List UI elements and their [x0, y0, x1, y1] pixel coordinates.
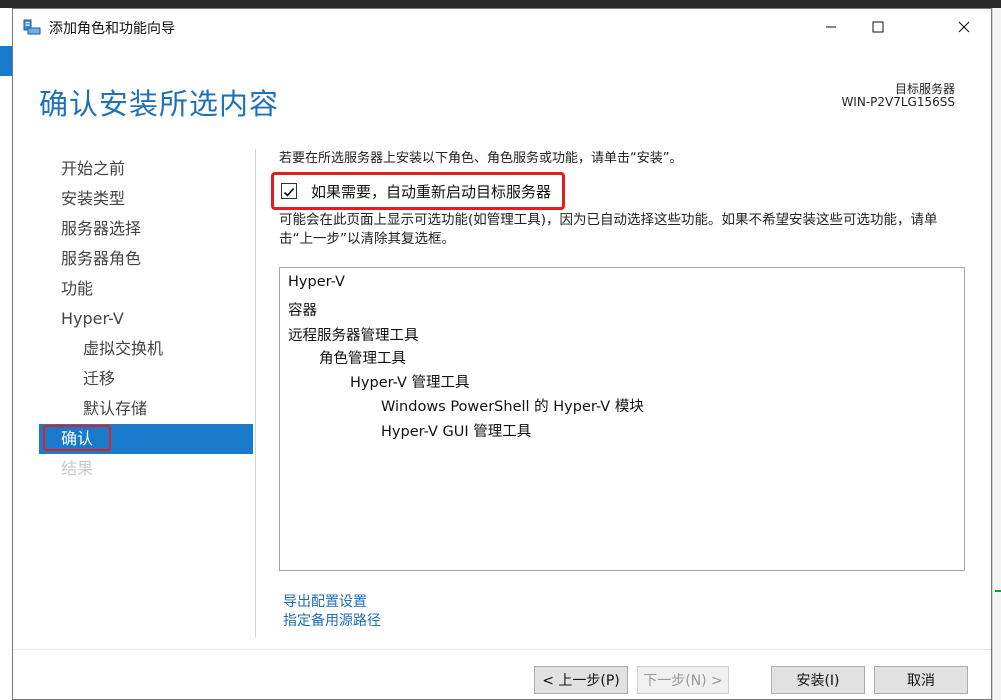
- nav-item-label: 安装类型: [61, 189, 126, 208]
- nav-item-migration[interactable]: 迁移: [39, 364, 253, 394]
- desktop-left-strip: [0, 8, 12, 700]
- nav-item-label: 功能: [61, 279, 94, 298]
- nav-item-label: 开始之前: [61, 159, 126, 178]
- desktop-left-accent: [0, 46, 12, 76]
- nav-item-server-selection[interactable]: 服务器选择: [39, 214, 253, 244]
- nav-item-hyper-v[interactable]: Hyper-V: [39, 304, 253, 334]
- list-item: Windows PowerShell 的 Hyper-V 模块: [381, 399, 644, 415]
- nav-item-label: 服务器角色: [61, 249, 142, 268]
- close-button[interactable]: [941, 9, 987, 45]
- nav-divider: [255, 149, 256, 637]
- next-button[interactable]: 下一步(N) >: [637, 666, 729, 694]
- alt-source-path-link[interactable]: 指定备用源路径: [283, 610, 381, 630]
- list-item: Hyper-V: [288, 274, 345, 290]
- nav-item-label: 虚拟交换机: [83, 339, 164, 358]
- nav-item-server-roles[interactable]: 服务器角色: [39, 244, 253, 274]
- desktop-right-mark: [995, 590, 1001, 592]
- nav-item-virtual-switches[interactable]: 虚拟交换机: [39, 334, 253, 364]
- nav-item-features[interactable]: 功能: [39, 274, 253, 304]
- nav-item-label: 确认: [61, 429, 94, 448]
- cancel-button[interactable]: 取消: [874, 666, 968, 694]
- nav-item-before-you-begin[interactable]: 开始之前: [39, 154, 253, 184]
- intro-text: 若要在所选服务器上安装以下角色、角色服务或功能，请单击“安装”。: [279, 151, 683, 166]
- desktop-right-strip: [992, 8, 1001, 700]
- install-button[interactable]: 安装(I): [771, 666, 865, 694]
- restart-checkbox-label[interactable]: 如果需要，自动重新启动目标服务器: [311, 181, 551, 202]
- list-item: 角色管理工具: [319, 351, 406, 367]
- server-manager-icon: [23, 19, 41, 35]
- footer-divider: [13, 649, 991, 650]
- page-title: 确认安装所选内容: [39, 87, 280, 121]
- export-config-link[interactable]: 导出配置设置: [283, 591, 367, 611]
- list-item: Hyper-V GUI 管理工具: [381, 424, 532, 440]
- nav-item-label: 结果: [61, 459, 94, 478]
- desktop-top-strip: [0, 0, 1001, 8]
- previous-button[interactable]: < 上一步(P): [534, 666, 628, 694]
- list-item: Hyper-V 管理工具: [350, 375, 470, 391]
- wizard-window: 添加角色和功能向导 确认安装所选内容 目标服务器 WIN-P2V7LG156SS…: [12, 8, 992, 700]
- nav-item-installation-type[interactable]: 安装类型: [39, 184, 253, 214]
- selection-list[interactable]: Hyper-V 容器 远程服务器管理工具 角色管理工具 Hyper-V 管理工具…: [279, 267, 965, 571]
- title-bar[interactable]: 添加角色和功能向导: [13, 9, 991, 45]
- minimize-button[interactable]: [808, 9, 854, 45]
- restart-checkbox[interactable]: [281, 183, 297, 199]
- nav-item-confirmation[interactable]: 确认: [39, 424, 253, 454]
- nav-item-label: Hyper-V: [61, 309, 124, 328]
- optional-features-note: 可能会在此页面上显示可选功能(如管理工具)，因为已自动选择这些功能。如果不希望安…: [279, 212, 938, 247]
- minimize-icon: [826, 26, 836, 28]
- nav-item-label: 服务器选择: [61, 219, 142, 238]
- nav-item-results: 结果: [39, 454, 253, 484]
- maximize-icon: [872, 21, 884, 33]
- maximize-button[interactable]: [855, 9, 901, 45]
- nav-item-label: 迁移: [83, 369, 116, 388]
- nav-item-default-stores[interactable]: 默认存储: [39, 394, 253, 424]
- window-title: 添加角色和功能向导: [49, 21, 175, 37]
- checkmark-icon: [283, 187, 295, 197]
- list-item: 容器: [288, 303, 317, 319]
- close-icon: [958, 21, 970, 33]
- list-item: 远程服务器管理工具: [288, 328, 419, 344]
- nav-item-label: 默认存储: [83, 399, 148, 418]
- target-server-name: WIN-P2V7LG156SS: [841, 95, 955, 109]
